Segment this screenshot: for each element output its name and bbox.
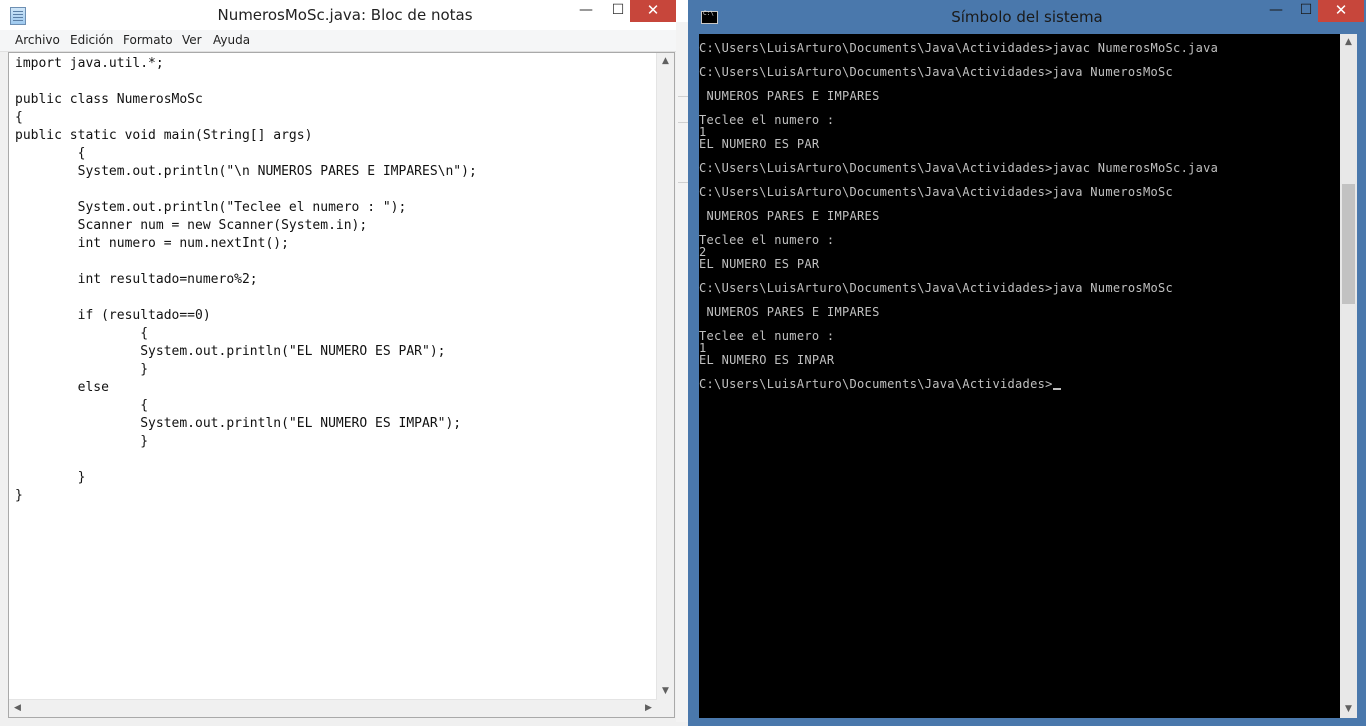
cmd-title-bar[interactable]: Símbolo del sistema — ☐ ✕ — [688, 0, 1366, 34]
scrollbar-corner — [657, 700, 674, 717]
cmd-minimize-button[interactable]: — — [1262, 0, 1290, 22]
menu-ayuda[interactable]: Ayuda — [213, 33, 250, 47]
notepad-vertical-scrollbar[interactable]: ▲ ▼ — [656, 53, 674, 700]
scroll-left-icon[interactable]: ◀ — [9, 700, 26, 717]
menu-ver[interactable]: Ver — [182, 33, 202, 47]
notepad-horizontal-scrollbar[interactable]: ◀ ▶ — [9, 699, 657, 717]
console-text[interactable]: C:\Users\LuisArturo\Documents\Java\Activ… — [699, 42, 1218, 390]
menu-archivo[interactable]: Archivo — [15, 33, 60, 47]
background-window-edge — [676, 22, 688, 722]
cmd-vertical-scrollbar[interactable]: ▲ ▼ — [1340, 34, 1357, 718]
scroll-right-icon[interactable]: ▶ — [640, 700, 657, 717]
menu-edicion[interactable]: Edición — [70, 33, 113, 47]
notepad-text-area[interactable]: import java.util.*; public class Numeros… — [8, 52, 675, 718]
close-button[interactable]: ✕ — [630, 0, 676, 22]
cmd-maximize-button[interactable]: ☐ — [1292, 0, 1320, 22]
cmd-close-button[interactable]: ✕ — [1318, 0, 1364, 22]
console-output-area[interactable]: C:\Users\LuisArturo\Documents\Java\Activ… — [699, 34, 1340, 718]
scroll-up-icon[interactable]: ▲ — [657, 53, 674, 70]
java-source-code[interactable]: import java.util.*; public class Numeros… — [15, 55, 477, 505]
cmd-scroll-up-icon[interactable]: ▲ — [1340, 34, 1357, 51]
menu-formato[interactable]: Formato — [123, 33, 173, 47]
command-prompt-window: Símbolo del sistema — ☐ ✕ C:\Users\LuisA… — [688, 0, 1366, 726]
maximize-button[interactable]: ☐ — [604, 0, 632, 22]
console-output: C:\Users\LuisArturo\Documents\Java\Activ… — [699, 41, 1219, 391]
notepad-menu-bar: Archivo Edición Formato Ver Ayuda — [0, 30, 690, 52]
cmd-scroll-thumb[interactable] — [1342, 184, 1355, 304]
minimize-button[interactable]: — — [572, 0, 600, 22]
notepad-title-bar[interactable]: NumerosMoSc.java: Bloc de notas — ☐ ✕ — [0, 0, 690, 30]
scroll-down-icon[interactable]: ▼ — [657, 683, 674, 700]
notepad-window: NumerosMoSc.java: Bloc de notas — ☐ ✕ Ar… — [0, 0, 690, 726]
text-cursor — [1052, 388, 1061, 390]
cmd-scroll-down-icon[interactable]: ▼ — [1340, 701, 1357, 718]
